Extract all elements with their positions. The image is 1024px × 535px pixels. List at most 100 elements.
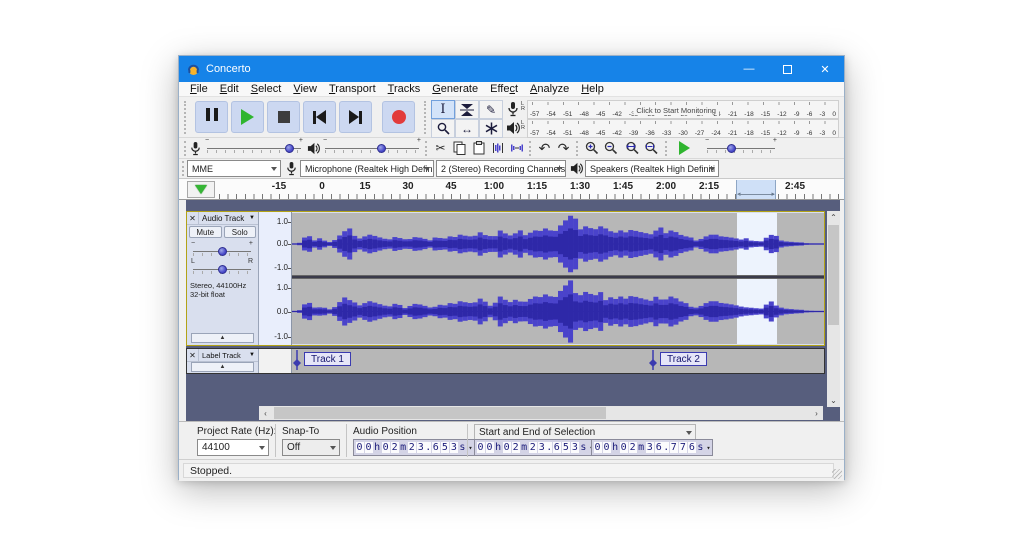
slider-knob[interactable]: [377, 144, 386, 153]
redo-button[interactable]: ↷: [554, 139, 573, 157]
close-track-button[interactable]: ✕: [187, 212, 199, 224]
toolbar-grip[interactable]: [184, 141, 187, 156]
horizontal-scrollbar-thumb[interactable]: [274, 407, 606, 419]
copy-button[interactable]: [450, 139, 469, 157]
menu-edit[interactable]: Edit: [214, 83, 245, 95]
pause-button[interactable]: [195, 101, 228, 133]
menu-select[interactable]: Select: [245, 83, 288, 95]
snap-to-select[interactable]: Off: [282, 439, 340, 456]
menu-transport[interactable]: Transport: [323, 83, 382, 95]
close-track-button[interactable]: ✕: [187, 349, 199, 361]
slider-knob[interactable]: [285, 144, 294, 153]
recording-meter[interactable]: -57-54-51-48-45-42-39-36-33-30-27-24-21-…: [527, 100, 839, 119]
menu-analyze[interactable]: Analyze: [524, 83, 575, 95]
record-button[interactable]: [382, 101, 415, 133]
selection-tool-button[interactable]: I: [431, 100, 455, 119]
timeline-ruler[interactable]: -1501530451:001:151:301:452:002:152:302:…: [179, 179, 844, 200]
menu-generate[interactable]: Generate: [426, 83, 484, 95]
vertical-scale-ruler[interactable]: 1.00.0-1.01.00.0-1.0: [259, 212, 292, 345]
close-button[interactable]: ✕: [806, 56, 844, 82]
label-track[interactable]: ✕ Label Track▼ ▲ Track 1 Track 2: [186, 348, 825, 374]
trim-audio-button[interactable]: [488, 139, 507, 157]
silence-audio-button[interactable]: [507, 139, 526, 157]
play-speed-slider[interactable]: −+: [707, 142, 775, 154]
resize-grip[interactable]: [832, 469, 842, 479]
label-text-box[interactable]: Track 1: [304, 352, 351, 366]
slider-knob[interactable]: [218, 265, 227, 274]
skip-to-end-button[interactable]: [339, 101, 372, 133]
minimize-button[interactable]: —: [730, 56, 768, 82]
selection-end-field[interactable]: 00h02m36.776s▾: [591, 439, 713, 456]
waveform-left-channel[interactable]: [292, 213, 824, 275]
audio-track-menu[interactable]: Audio Track▼: [199, 214, 258, 223]
project-rate-select[interactable]: 44100: [197, 439, 269, 456]
timeline-selection[interactable]: ◂ ▸: [736, 180, 776, 199]
slider-knob[interactable]: [727, 144, 736, 153]
label-marker-icon[interactable]: [292, 350, 302, 372]
zoom-tool-button[interactable]: [431, 119, 455, 138]
toolbar-grip[interactable]: [665, 141, 668, 156]
label-track-menu[interactable]: Label Track▼: [199, 351, 258, 360]
maximize-button[interactable]: [768, 56, 806, 82]
timeline-options-button[interactable]: [187, 181, 215, 198]
waveform-right-channel[interactable]: [292, 279, 824, 344]
menu-tracks[interactable]: Tracks: [382, 83, 427, 95]
zoom-in-button[interactable]: [582, 139, 601, 157]
multi-tool-button[interactable]: [479, 119, 503, 138]
trim-audio-icon: [491, 142, 505, 154]
play-button[interactable]: [231, 101, 264, 133]
solo-button[interactable]: Solo: [224, 226, 257, 238]
vertical-scrollbar-thumb[interactable]: [828, 225, 839, 325]
zoom-out-button[interactable]: [601, 139, 620, 157]
stop-button[interactable]: [267, 101, 300, 133]
title-bar[interactable]: Concerto — ✕: [179, 56, 844, 82]
mute-button[interactable]: Mute: [189, 226, 222, 238]
scroll-left-arrow-icon[interactable]: ‹: [259, 406, 272, 420]
fit-project-button[interactable]: [642, 139, 661, 157]
menu-help[interactable]: Help: [575, 83, 610, 95]
record-channels-select[interactable]: 2 (Stereo) Recording Channels: [436, 160, 566, 177]
horizontal-scrollbar[interactable]: ‹ ›: [259, 406, 823, 420]
audio-track[interactable]: ✕ Audio Track▼ Mute Solo −+ LR: [186, 211, 825, 346]
monitoring-hint[interactable]: Click to Start Monitoring: [633, 106, 719, 115]
skip-to-start-button[interactable]: [303, 101, 336, 133]
cut-button[interactable]: ✂: [431, 139, 450, 157]
playback-meter[interactable]: -57-54-51-48-45-42-39-36-33-30-27-24-21-…: [527, 119, 839, 138]
collapse-track-button[interactable]: ▲: [191, 333, 254, 343]
play-at-speed-button[interactable]: [671, 140, 697, 156]
scroll-right-arrow-icon[interactable]: ›: [810, 406, 823, 420]
timeshift-tool-button[interactable]: ↔: [455, 119, 479, 138]
label-track-content[interactable]: Track 1 Track 2: [292, 349, 824, 373]
paste-button[interactable]: [469, 139, 488, 157]
menu-file[interactable]: File: [184, 83, 214, 95]
selection-start-field[interactable]: 00h02m23.653s▾: [474, 439, 596, 456]
vertical-scrollbar[interactable]: ⌃ ⌄: [827, 211, 840, 407]
toolbar-grip[interactable]: [184, 101, 187, 134]
recording-volume-slider[interactable]: −+: [207, 142, 301, 154]
pan-slider[interactable]: LR: [193, 263, 251, 275]
toolbar-grip[interactable]: [425, 141, 428, 156]
draw-tool-button[interactable]: ✎: [479, 100, 503, 119]
label-text-box[interactable]: Track 2: [660, 352, 707, 366]
scroll-down-arrow-icon[interactable]: ⌄: [827, 394, 840, 407]
toolbar-grip[interactable]: [182, 161, 185, 176]
scroll-up-arrow-icon[interactable]: ⌃: [827, 211, 840, 224]
fit-selection-button[interactable]: [623, 139, 642, 157]
collapse-track-button[interactable]: ▲: [191, 362, 254, 372]
playback-volume-slider[interactable]: −+: [325, 142, 419, 154]
label-marker-icon[interactable]: [648, 350, 658, 372]
menu-effect[interactable]: Effect: [484, 83, 524, 95]
undo-button[interactable]: ↶: [535, 139, 554, 157]
device-toolbar: MME Microphone (Realtek High Defini 2 (S…: [179, 159, 844, 179]
toolbar-grip[interactable]: [424, 101, 427, 134]
slider-knob[interactable]: [218, 247, 227, 256]
input-device-select[interactable]: Microphone (Realtek High Defini: [300, 160, 434, 177]
toolbar-grip[interactable]: [576, 141, 579, 156]
menu-view[interactable]: View: [287, 83, 323, 95]
gain-slider[interactable]: −+: [193, 245, 251, 257]
output-device-select[interactable]: Speakers (Realtek High Definiti: [585, 160, 719, 177]
audio-host-select[interactable]: MME: [187, 160, 281, 177]
audio-position-field[interactable]: 00h02m23.653s▾: [353, 439, 475, 456]
envelope-tool-button[interactable]: [455, 100, 479, 119]
toolbar-grip[interactable]: [529, 141, 532, 156]
